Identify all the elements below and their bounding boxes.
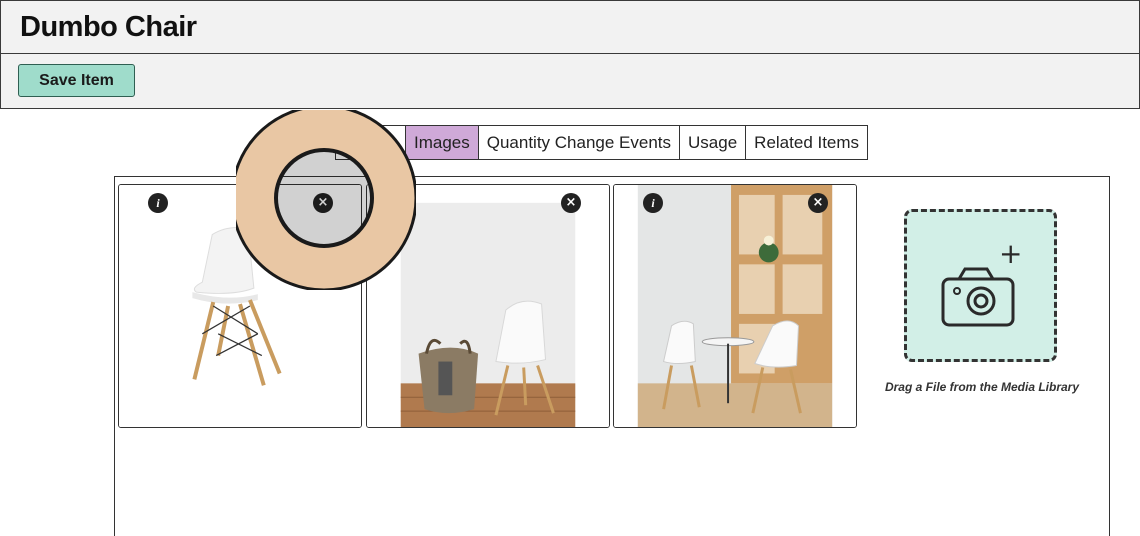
image-card-2[interactable]: × — [366, 184, 610, 428]
image-card-1[interactable]: i × — [118, 184, 362, 428]
upload-caption: Drag a File from the Media Library — [884, 380, 1080, 394]
tab-usage[interactable]: Usage — [680, 125, 747, 160]
tab-details[interactable] — [335, 125, 406, 160]
tab-bar: Images Quantity Change Events Usage Rela… — [335, 125, 869, 160]
page: Dumbo Chair Save Item Images Quantity Ch… — [0, 0, 1140, 536]
camera-add-icon — [941, 267, 1015, 327]
page-title: Dumbo Chair — [20, 11, 197, 43]
toolbar: Save Item — [0, 53, 1140, 109]
chair-image — [119, 185, 361, 427]
close-icon[interactable]: × — [561, 193, 581, 213]
upload-dropzone[interactable]: + — [904, 209, 1057, 362]
title-bar: Dumbo Chair — [0, 0, 1140, 54]
tab-images[interactable]: Images — [406, 125, 479, 160]
info-icon[interactable]: i — [148, 193, 168, 213]
cafe-interior-image — [614, 185, 856, 427]
tab-related-items[interactable]: Related Items — [746, 125, 869, 160]
chair-basket-image — [367, 185, 609, 427]
plus-icon: + — [999, 237, 1023, 270]
save-item-button[interactable]: Save Item — [18, 64, 135, 97]
image-card-3[interactable]: i × — [613, 184, 857, 428]
close-icon[interactable]: × — [808, 193, 828, 213]
info-icon[interactable]: i — [643, 193, 663, 213]
close-icon[interactable]: × — [313, 193, 333, 213]
tab-quantity-change-events[interactable]: Quantity Change Events — [478, 125, 681, 160]
